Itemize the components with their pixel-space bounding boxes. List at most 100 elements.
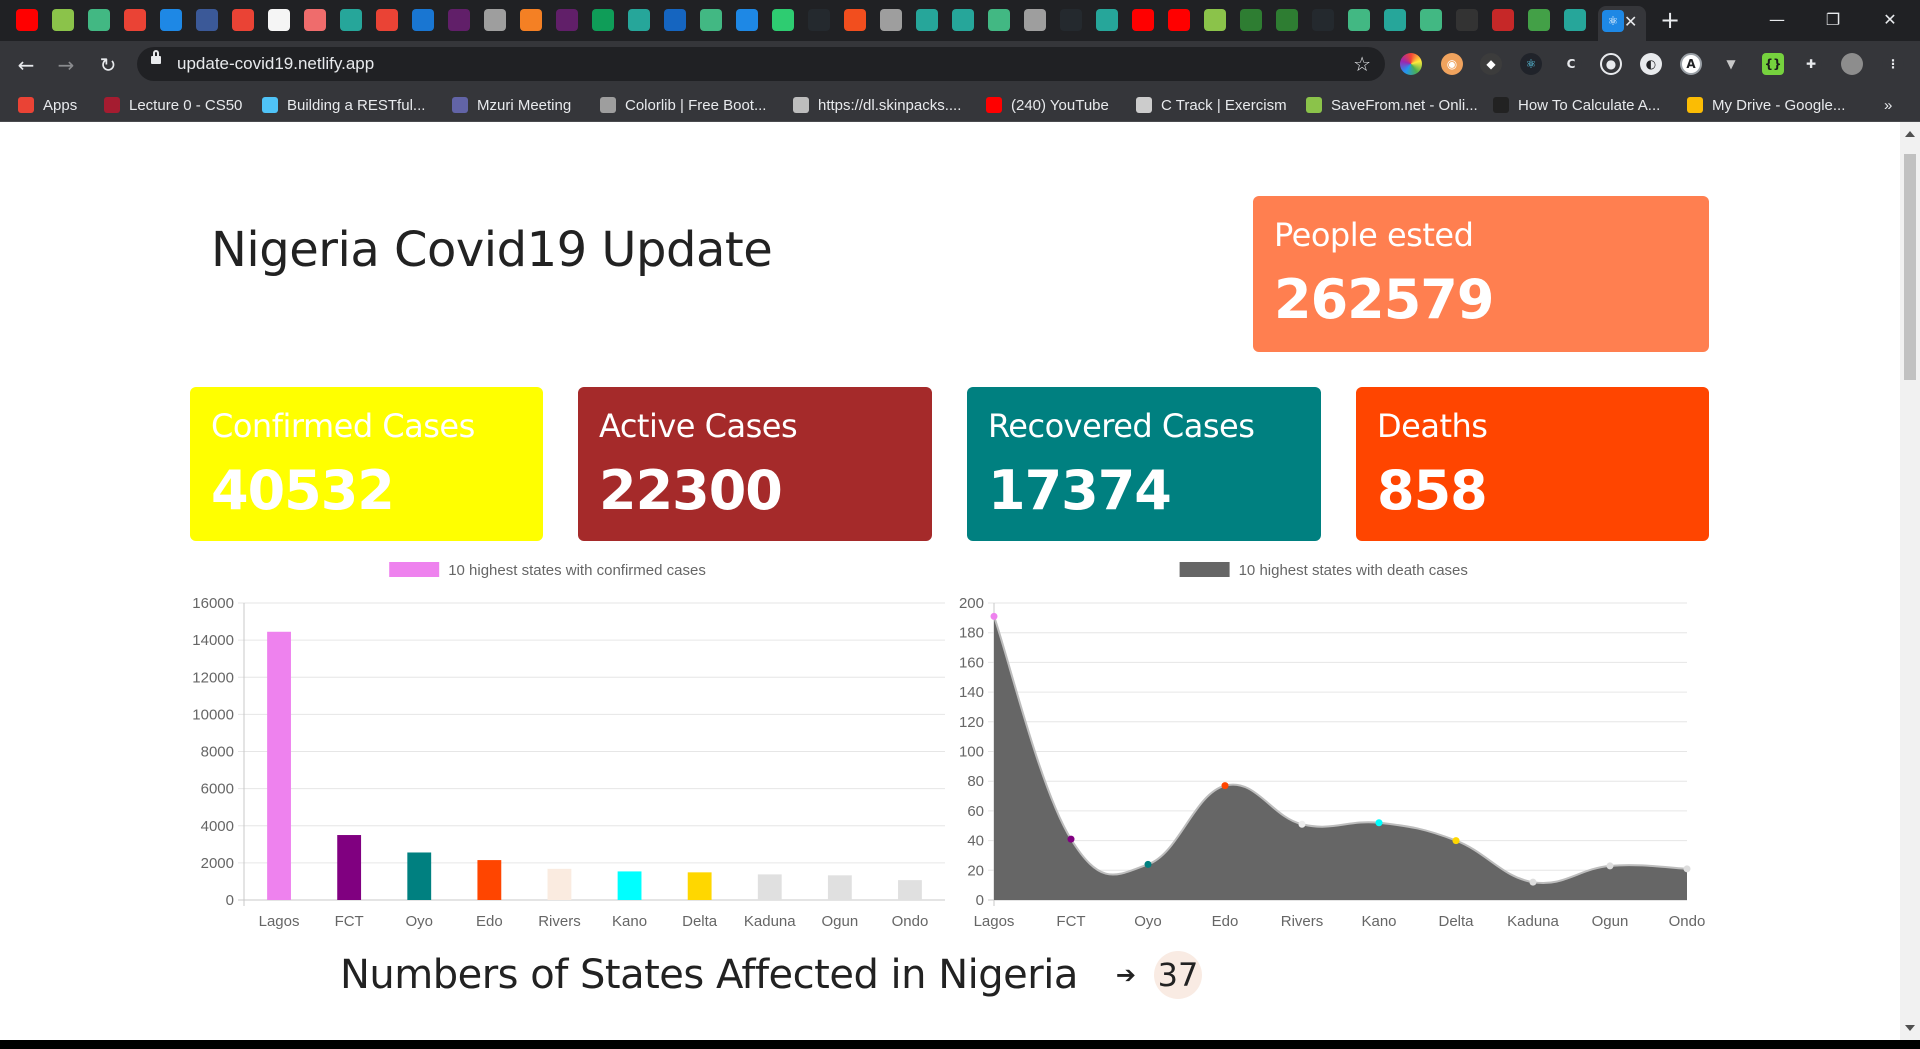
background-tab-icon[interactable] — [1420, 9, 1442, 31]
new-tab-button[interactable]: + — [1656, 6, 1684, 34]
restore-button[interactable]: ❐ — [1813, 6, 1853, 34]
background-tab-icon[interactable] — [592, 9, 614, 31]
background-tab-icon[interactable] — [1564, 9, 1586, 31]
background-tab-icon[interactable] — [160, 9, 182, 31]
background-tab-icon[interactable] — [484, 9, 506, 31]
background-tab-icon[interactable] — [88, 9, 110, 31]
menu-icon[interactable]: ⋮ — [1882, 53, 1904, 75]
background-tab-icon[interactable] — [196, 9, 218, 31]
background-tab-icon[interactable] — [1528, 9, 1550, 31]
background-tab-icon[interactable] — [736, 9, 758, 31]
active-tab[interactable]: ⚛ ✕ — [1598, 6, 1646, 41]
react-favicon-icon: ⚛ — [1602, 10, 1624, 32]
bar — [477, 860, 502, 900]
scroll-up-icon[interactable] — [1905, 131, 1915, 137]
bookmark-item[interactable]: C Track | Exercism — [1136, 95, 1287, 115]
x-tick-label: Edo — [1212, 913, 1239, 930]
account-extension-icon[interactable]: A — [1680, 53, 1702, 75]
tested-value: 262579 — [1274, 268, 1494, 331]
background-tab-icon[interactable] — [772, 9, 794, 31]
bookmark-item[interactable]: Building a RESTful... — [262, 95, 425, 115]
x-tick-label: Kaduna — [744, 913, 796, 930]
background-tab-icon[interactable] — [988, 9, 1010, 31]
background-tab-icon[interactable] — [556, 9, 578, 31]
back-icon[interactable]: ← — [10, 49, 42, 81]
states-affected-label: Numbers of States Affected in Nigeria — [340, 952, 1078, 998]
loader-extension-icon[interactable]: ◐ — [1640, 53, 1662, 75]
extensions-puzzle-icon[interactable]: ✚ — [1800, 53, 1822, 75]
json-extension-icon[interactable]: {} — [1762, 53, 1784, 75]
background-tab-icon[interactable] — [340, 9, 362, 31]
background-tab-icon[interactable] — [1384, 9, 1406, 31]
background-tab-icon[interactable] — [952, 9, 974, 31]
background-tab-icon[interactable] — [124, 9, 146, 31]
reload-icon[interactable]: ↻ — [92, 49, 124, 81]
x-tick-label: FCT — [335, 913, 364, 930]
bookmark-item[interactable]: My Drive - Google... — [1687, 95, 1845, 115]
background-tab-icon[interactable] — [1168, 9, 1190, 31]
background-tab-icon[interactable] — [232, 9, 254, 31]
y-tick-label: 0 — [226, 892, 234, 909]
background-tab-icon[interactable] — [1132, 9, 1154, 31]
bookmarks-overflow-button[interactable]: » — [1884, 95, 1892, 115]
background-tab-icon[interactable] — [448, 9, 470, 31]
scrollbar-thumb[interactable] — [1904, 154, 1916, 380]
target-extension-icon[interactable]: ● — [1600, 53, 1622, 75]
background-tab-icon[interactable] — [1024, 9, 1046, 31]
background-tab-icon[interactable] — [844, 9, 866, 31]
owl-extension-icon[interactable]: ◉ — [1441, 53, 1463, 75]
bookmark-star-icon[interactable]: ☆ — [1353, 52, 1371, 76]
background-tab-icon[interactable] — [520, 9, 542, 31]
lock-icon[interactable] — [151, 50, 161, 64]
bookmark-label: Apps — [43, 96, 78, 114]
forward-icon[interactable]: → — [50, 49, 82, 81]
background-tab-icon[interactable] — [304, 9, 326, 31]
background-tab-icon[interactable] — [664, 9, 686, 31]
background-tab-icon[interactable] — [268, 9, 290, 31]
background-tab-icon[interactable] — [1240, 9, 1262, 31]
background-tab-icon[interactable] — [376, 9, 398, 31]
url-text[interactable]: update-covid19.netlify.app — [177, 54, 374, 74]
background-tab-icon[interactable] — [1096, 9, 1118, 31]
bookmark-item[interactable]: Colorlib | Free Boot... — [600, 95, 766, 115]
bookmark-item[interactable]: Lecture 0 - CS50 — [104, 95, 242, 115]
background-tab-icon[interactable] — [880, 9, 902, 31]
background-tab-icon[interactable] — [1312, 9, 1334, 31]
background-tab-icon[interactable] — [412, 9, 434, 31]
bookmark-item[interactable]: Apps — [18, 95, 77, 115]
minimize-button[interactable]: — — [1757, 6, 1797, 34]
bookmark-item[interactable]: Mzuri Meeting — [452, 95, 571, 115]
css-extension-icon[interactable]: C — [1560, 53, 1582, 75]
bookmark-item[interactable]: How To Calculate A... — [1493, 95, 1660, 115]
background-tab-icon[interactable] — [1456, 9, 1478, 31]
address-bar[interactable]: update-covid19.netlify.app ☆ — [137, 47, 1385, 81]
close-tab-icon[interactable]: ✕ — [1624, 12, 1637, 31]
y-tick-label: 6000 — [201, 781, 234, 798]
data-point — [1221, 782, 1229, 790]
background-tab-icon[interactable] — [808, 9, 830, 31]
background-tab-icon[interactable] — [16, 9, 38, 31]
vue-devtools-icon[interactable]: ▼ — [1720, 53, 1742, 75]
bookmark-favicon-icon — [986, 97, 1002, 113]
background-tab-icon[interactable] — [1204, 9, 1226, 31]
bookmark-item[interactable]: SaveFrom.net - Onli... — [1306, 95, 1478, 115]
bookmark-item[interactable]: (240) YouTube — [986, 95, 1109, 115]
scroll-down-icon[interactable] — [1905, 1025, 1915, 1031]
close-window-button[interactable]: ✕ — [1870, 6, 1910, 34]
background-tab-icon[interactable] — [628, 9, 650, 31]
background-tab-icon[interactable] — [52, 9, 74, 31]
profile-avatar[interactable] — [1841, 53, 1863, 75]
bookmark-label: Mzuri Meeting — [477, 96, 572, 114]
background-tab-icon[interactable] — [1348, 9, 1370, 31]
background-tab-icon[interactable] — [916, 9, 938, 31]
bookmark-item[interactable]: https://dl.skinpacks.... — [793, 95, 961, 115]
background-tab-icon[interactable] — [700, 9, 722, 31]
page-scrollbar[interactable] — [1900, 122, 1920, 1040]
color-picker-extension-icon[interactable] — [1400, 53, 1422, 75]
background-tab-icon[interactable] — [1492, 9, 1514, 31]
cube-extension-icon[interactable]: ◆ — [1480, 53, 1502, 75]
background-tab-icon[interactable] — [1276, 9, 1298, 31]
react-devtools-icon[interactable]: ⚛ — [1520, 53, 1542, 75]
page-viewport: Nigeria Covid19 Update People ested 2625… — [0, 122, 1900, 1040]
background-tab-icon[interactable] — [1060, 9, 1082, 31]
